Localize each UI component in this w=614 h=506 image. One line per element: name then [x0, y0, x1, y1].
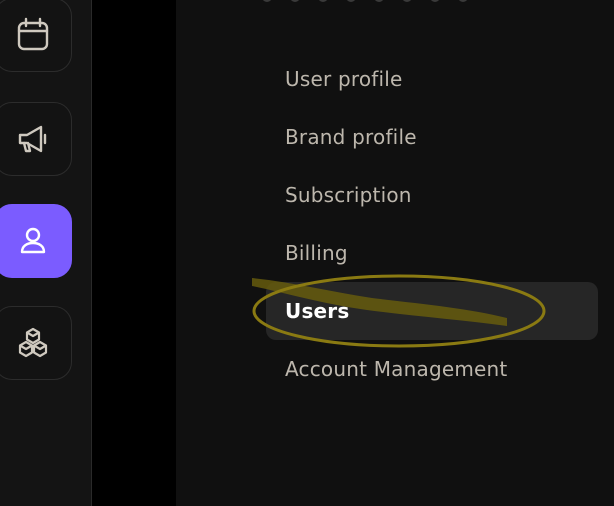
calendar-icon	[17, 17, 49, 51]
calendar-nav-button[interactable]	[0, 0, 72, 72]
user-icon	[20, 227, 46, 254]
cropped-heading	[262, 0, 482, 2]
menu-item-brand-profile[interactable]: Brand profile	[266, 108, 598, 166]
secondary-panel	[92, 0, 176, 506]
profile-nav-button[interactable]	[0, 204, 72, 278]
settings-menu: User profile Brand profile Subscription …	[266, 50, 598, 398]
menu-item-subscription[interactable]: Subscription	[266, 166, 598, 224]
menu-item-user-profile[interactable]: User profile	[266, 50, 598, 108]
menu-item-billing[interactable]: Billing	[266, 224, 598, 282]
menu-item-account-management[interactable]: Account Management	[266, 340, 598, 398]
cubes-icon	[18, 327, 48, 358]
menu-item-users[interactable]: Users	[266, 282, 598, 340]
megaphone-icon	[18, 125, 47, 153]
integrations-nav-button[interactable]	[0, 306, 72, 380]
campaigns-nav-button[interactable]	[0, 102, 72, 176]
icon-rail	[0, 0, 92, 506]
settings-panel: User profile Brand profile Subscription …	[176, 0, 614, 506]
